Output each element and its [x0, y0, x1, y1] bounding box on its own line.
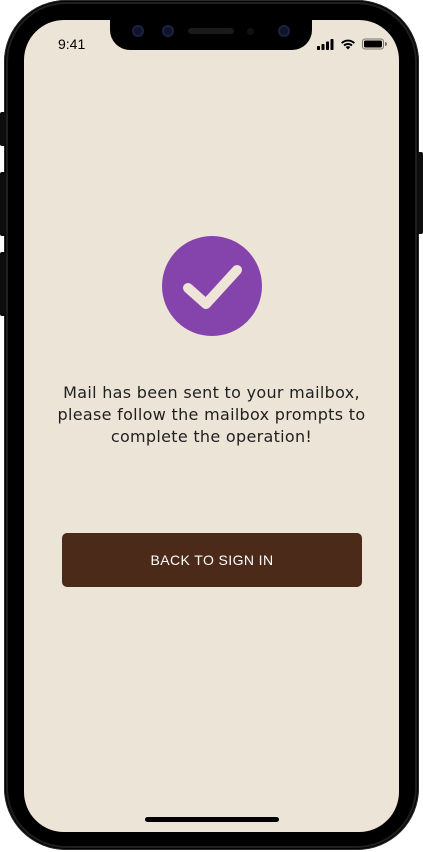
- message-line: Mail has been sent to your mailbox,: [63, 383, 360, 402]
- message-line: complete the operation!: [110, 427, 313, 446]
- earpiece-speaker: [188, 28, 234, 34]
- silence-switch: [0, 112, 6, 146]
- status-time: 9:41: [58, 36, 86, 52]
- camera-icon: [132, 25, 144, 37]
- confirmation-message: Mail has been sent to your mailbox, plea…: [54, 382, 369, 448]
- front-camera-icon: [278, 25, 290, 37]
- volume-down-button: [0, 252, 6, 316]
- screen: 9:41 Mail has been sent to your mailbox,…: [24, 20, 399, 832]
- status-icons: [317, 38, 387, 50]
- success-badge: [162, 236, 262, 336]
- back-to-sign-in-button[interactable]: BACK TO SIGN IN: [62, 533, 362, 587]
- checkmark-icon: [183, 265, 242, 309]
- message-line: please follow the mailbox prompts to: [57, 405, 366, 424]
- volume-up-button: [0, 172, 6, 236]
- sensor-icon: [162, 25, 174, 37]
- power-button: [417, 152, 423, 234]
- notch: [110, 20, 312, 50]
- battery-icon: [362, 38, 387, 50]
- wifi-icon: [341, 39, 355, 50]
- proximity-sensor: [247, 28, 254, 35]
- signal-icon: [317, 39, 334, 50]
- home-indicator[interactable]: [145, 817, 279, 822]
